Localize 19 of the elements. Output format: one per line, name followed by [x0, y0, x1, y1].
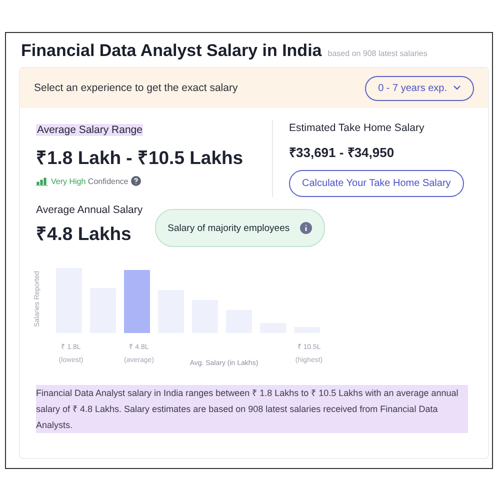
bar-chart-icon: [36, 176, 48, 186]
average-value: ₹4.8 Lakhs: [36, 222, 132, 244]
help-icon: [131, 176, 142, 186]
salary-range-value: ₹1.8 Lakh - ₹10.5 Lakhs: [36, 146, 244, 169]
experience-dropdown[interactable]: 0 - 7 years exp.: [365, 76, 474, 100]
tooltip-text: Salary of majority employees: [168, 222, 290, 234]
page-title: Financial Data Analyst Salary in India: [21, 41, 322, 61]
take-home-value: ₹33,691 - ₹34,950: [289, 144, 396, 161]
confidence-text: Very High Confidence: [51, 176, 128, 186]
subtitle: based on 908 latest salaries: [328, 49, 428, 58]
summary-text: Financial Data Analyst salary in India ranges between ₹ 1.8 Lakhs to ₹ 10.5 Lakhs with an average annual salary of ₹ 4.8 Lakhs. Salary estimates are based on 908 latest salaries received from Financial Data Analysts.: [36, 385, 468, 433]
calculate-button[interactable]: Calculate Your Take Home Salary: [289, 170, 464, 197]
take-home-label: Estimated Take Home Salary: [289, 122, 426, 134]
range-label: Average Salary Range: [36, 124, 144, 136]
info-icon: [300, 222, 312, 234]
histogram-bar: [124, 270, 150, 333]
average-label: Average Annual Salary: [36, 204, 143, 216]
chevron-down-icon: [453, 85, 461, 91]
experience-prompt: Select an experience to get the exact salary: [34, 82, 238, 94]
